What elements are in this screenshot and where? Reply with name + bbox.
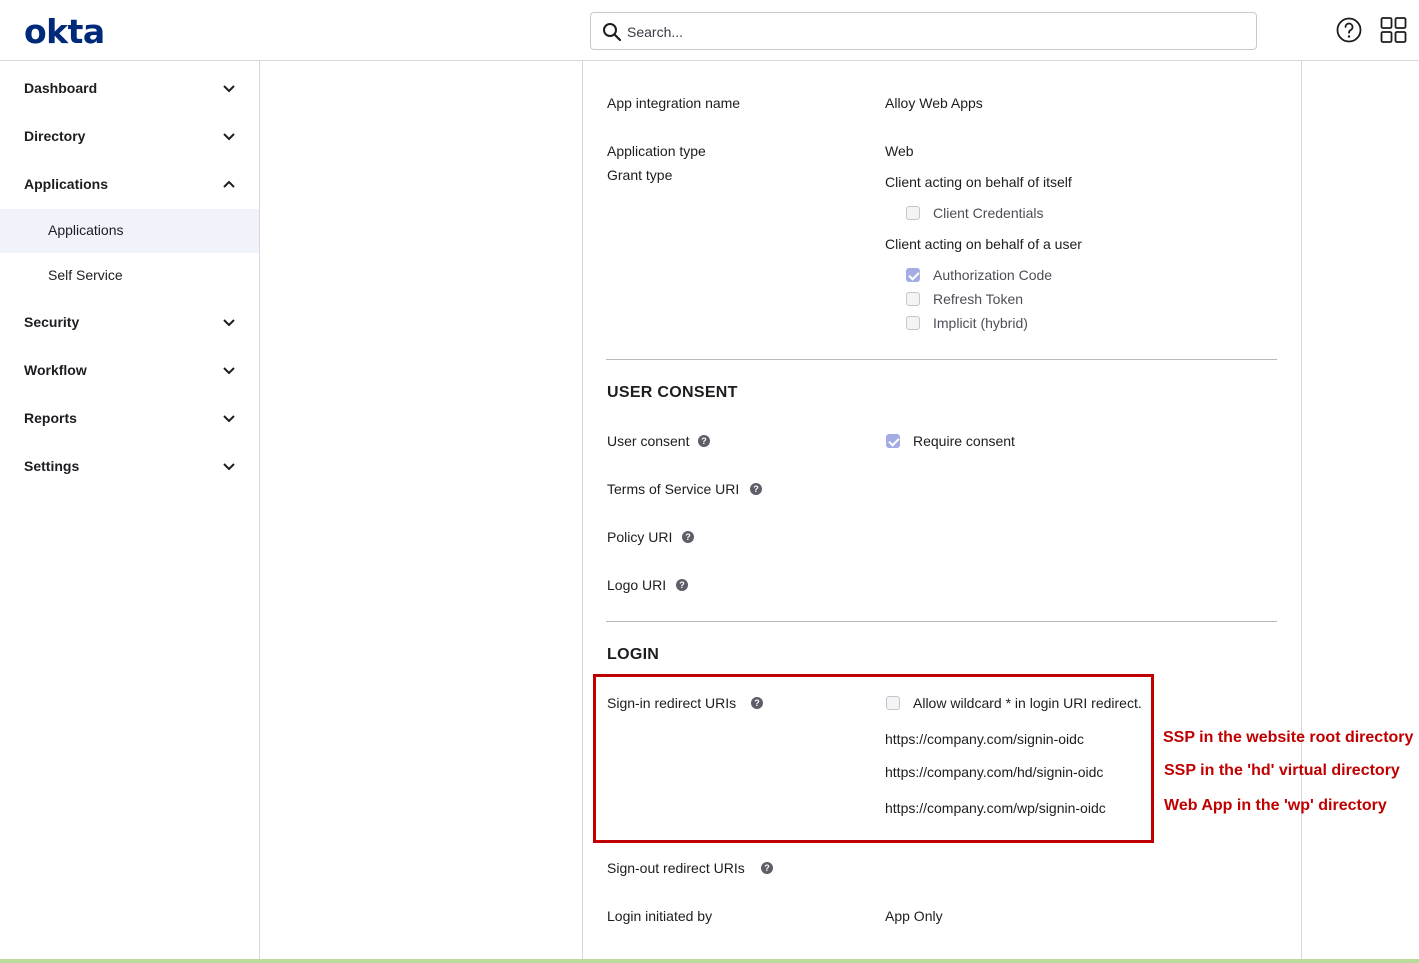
help-icon[interactable]: ? bbox=[682, 531, 694, 543]
require-consent-label: Require consent bbox=[913, 433, 1015, 449]
refresh-token-label: Refresh Token bbox=[933, 291, 1024, 307]
user-consent-label: User consent bbox=[607, 433, 690, 449]
chevron-down-icon bbox=[223, 463, 235, 471]
sidebar-item-label: Security bbox=[24, 314, 80, 330]
authorization-code-label: Authorization Code bbox=[933, 267, 1053, 283]
chevron-down-icon bbox=[223, 85, 235, 93]
implicit-hybrid-label: Implicit (hybrid) bbox=[933, 315, 1028, 331]
sidebar-item-applications[interactable]: Applications bbox=[0, 165, 259, 205]
sidebar-subitem-self-service[interactable]: Self Service bbox=[0, 254, 259, 298]
help-icon[interactable]: ? bbox=[698, 435, 710, 447]
client-itself-label: Client acting on behalf of itself bbox=[885, 174, 1072, 190]
sidebar-nav: Dashboard Directory Applications Applica… bbox=[0, 61, 260, 963]
chevron-up-icon bbox=[223, 180, 235, 188]
sidebar-item-label: Dashboard bbox=[24, 80, 98, 96]
help-circle-icon[interactable] bbox=[1336, 16, 1364, 44]
annotation-label: SSP in the 'hd' virtual directory bbox=[1164, 762, 1400, 779]
login-heading: LOGIN bbox=[607, 646, 660, 663]
sidebar-item-label: Directory bbox=[24, 128, 86, 144]
search-icon bbox=[603, 23, 622, 42]
refresh-token-checkbox[interactable] bbox=[906, 292, 920, 306]
logo-uri-label: Logo URI bbox=[607, 577, 667, 593]
annotation-label: SSP in the website root directory bbox=[1163, 729, 1414, 746]
grid-icon[interactable] bbox=[1380, 16, 1408, 44]
client-user-label: Client acting on behalf of a user bbox=[885, 236, 1082, 252]
sidebar-subitem-label: Self Service bbox=[48, 267, 123, 283]
help-icon[interactable]: ? bbox=[676, 579, 688, 591]
sidebar-item-reports[interactable]: Reports bbox=[0, 399, 259, 439]
search-input[interactable] bbox=[625, 21, 1229, 43]
app-name-value: Alloy Web Apps bbox=[885, 95, 983, 111]
implicit-hybrid-checkbox[interactable] bbox=[906, 316, 920, 330]
sidebar-item-workflow[interactable]: Workflow bbox=[0, 351, 259, 391]
sidebar-subitem-applications[interactable]: Applications bbox=[0, 209, 259, 253]
section-divider bbox=[606, 359, 1277, 360]
login-initiated-value: App Only bbox=[885, 908, 943, 924]
okta-logo[interactable]: okta bbox=[24, 12, 105, 51]
help-icon[interactable]: ? bbox=[750, 483, 762, 495]
section-divider bbox=[606, 621, 1277, 622]
sidebar-item-security[interactable]: Security bbox=[0, 303, 259, 343]
highlight-box bbox=[593, 674, 1154, 843]
policy-uri-label: Policy URI bbox=[607, 529, 673, 545]
annotation-label: Web App in the 'wp' directory bbox=[1164, 797, 1387, 814]
chevron-down-icon bbox=[223, 415, 235, 423]
grant-type-label: Grant type bbox=[607, 167, 673, 183]
login-initiated-label: Login initiated by bbox=[607, 908, 713, 924]
authorization-code-checkbox[interactable] bbox=[906, 268, 920, 282]
tos-uri-label: Terms of Service URI bbox=[607, 481, 740, 497]
search-box[interactable] bbox=[590, 12, 1257, 50]
sidebar-item-label: Settings bbox=[24, 458, 80, 474]
sidebar-item-dashboard[interactable]: Dashboard bbox=[0, 69, 259, 109]
client-credentials-checkbox[interactable] bbox=[906, 206, 920, 220]
chevron-down-icon bbox=[223, 133, 235, 141]
chevron-down-icon bbox=[223, 367, 235, 375]
sidebar-subitem-label: Applications bbox=[48, 222, 124, 238]
sidebar-item-label: Applications bbox=[24, 176, 109, 192]
app-name-label: App integration name bbox=[607, 95, 741, 111]
sidebar-item-settings[interactable]: Settings bbox=[0, 447, 259, 487]
app-type-value: Web bbox=[885, 143, 914, 159]
sidebar-item-directory[interactable]: Directory bbox=[0, 117, 259, 157]
sidebar-item-label: Reports bbox=[24, 410, 77, 426]
help-icon[interactable]: ? bbox=[761, 862, 773, 874]
bottom-accent-bar bbox=[0, 959, 1419, 963]
client-credentials-label: Client Credentials bbox=[933, 205, 1044, 221]
top-header: okta bbox=[0, 0, 1419, 61]
user-consent-heading: USER CONSENT bbox=[607, 384, 738, 401]
chevron-down-icon bbox=[223, 319, 235, 327]
require-consent-checkbox[interactable] bbox=[886, 434, 900, 448]
sidebar-item-label: Workflow bbox=[24, 362, 87, 378]
app-type-label: Application type bbox=[607, 143, 706, 159]
signout-redirect-label: Sign-out redirect URIs bbox=[607, 860, 745, 876]
